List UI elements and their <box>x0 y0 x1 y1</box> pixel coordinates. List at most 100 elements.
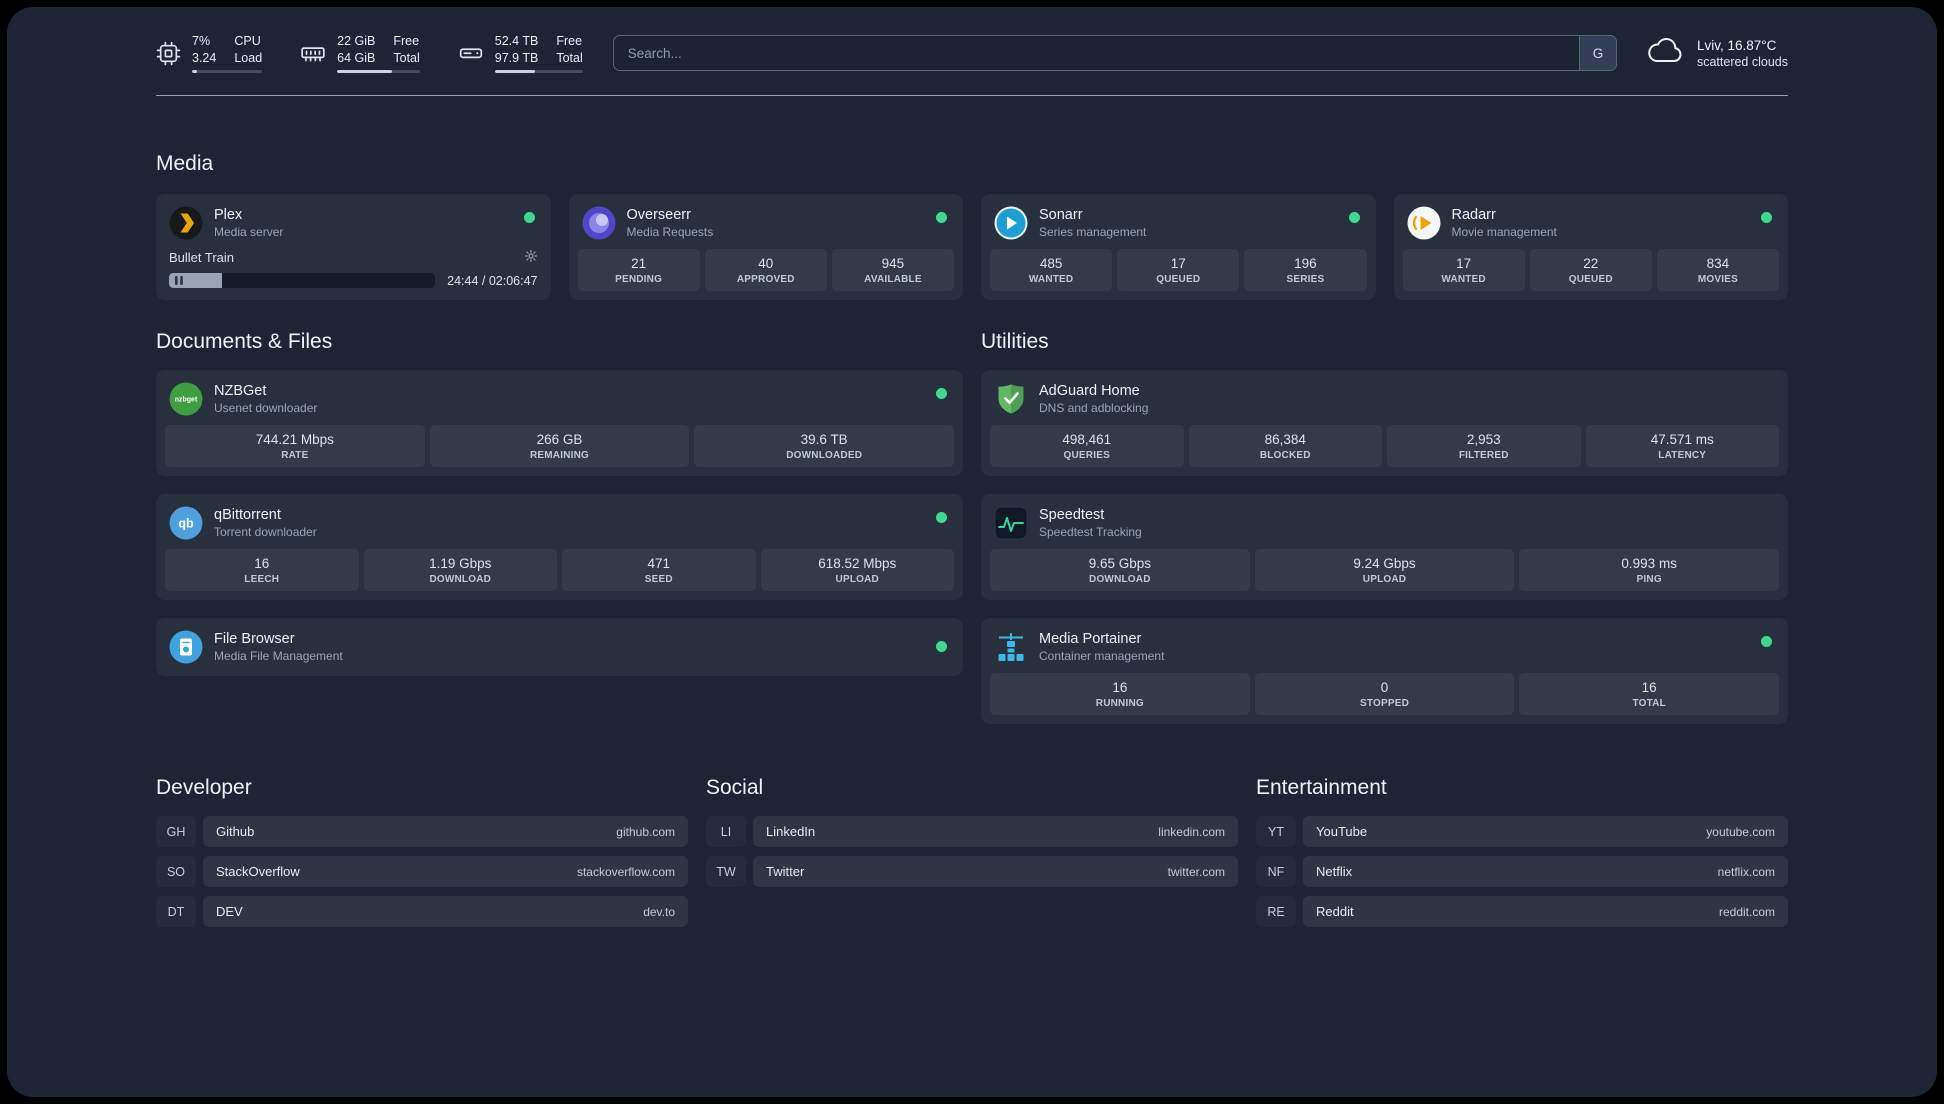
weather-widget: Lviv, 16.87°C scattered clouds <box>1647 36 1788 71</box>
playback-time: 24:44 / 02:06:47 <box>447 273 538 288</box>
service-card-sonarr[interactable]: Sonarr Series management 485 WANTED 17 Q… <box>981 194 1376 300</box>
disk-sub-value: 97.9 TB <box>494 50 539 65</box>
service-name: Radarr <box>1451 207 1496 223</box>
service-card-radarr[interactable]: Radarr Movie management 17 WANTED 22 QUE… <box>1393 194 1788 300</box>
search-engine-button[interactable]: G <box>1578 36 1616 70</box>
service-subtitle: Torrent downloader <box>214 525 317 539</box>
sonarr-icon <box>994 206 1028 240</box>
service-subtitle: Speedtest Tracking <box>1039 525 1142 539</box>
qbittorrent-icon: qb <box>169 506 203 540</box>
stat-value: 39.6 TB <box>800 432 848 447</box>
service-card-overseerr[interactable]: Overseerr Media Requests 21 PENDING 40 A… <box>568 194 963 300</box>
bookmark-abbr: TW <box>706 856 746 887</box>
adguard-icon <box>994 382 1028 416</box>
stat-tile: 744.21 Mbps RATE <box>165 425 425 467</box>
disk-label-top: Free <box>556 34 583 48</box>
bookmark-name: Reddit <box>1316 904 1354 919</box>
bookmark-dev[interactable]: DT DEV dev.to <box>156 896 688 927</box>
memory-label-bottom: Total <box>393 50 420 65</box>
dashboard-frame: 7% 3.24 CPU Load 22 GiB 64 GiB Free Tota… <box>7 7 1937 1097</box>
bookmark-abbr: LI <box>706 816 746 847</box>
stat-label: APPROVED <box>736 274 795 285</box>
playback-progress-bar[interactable] <box>169 273 436 288</box>
service-card-plex[interactable]: Plex Media server Bullet Train 24:44 / 0… <box>156 194 551 300</box>
stat-value: 17 <box>1170 256 1186 271</box>
stat-tile: 2,953 FILTERED <box>1387 425 1581 467</box>
stat-value: 834 <box>1706 256 1730 271</box>
bookmark-url: youtube.com <box>1706 824 1775 839</box>
service-name: File Browser <box>214 631 295 647</box>
service-name: NZBGet <box>214 383 267 399</box>
bookmark-github[interactable]: GH Github github.com <box>156 816 688 847</box>
svg-text:qb: qb <box>178 517 194 531</box>
stat-value: 498,461 <box>1062 432 1112 447</box>
section-title-entertainment: Entertainment <box>1256 776 1387 799</box>
stat-value: 16 <box>1112 680 1128 695</box>
cpu-value: 7% <box>192 34 211 48</box>
service-subtitle: Media Requests <box>626 225 714 239</box>
pause-icon[interactable] <box>175 276 183 285</box>
service-card-nzbget[interactable]: nzbget NZBGet Usenet downloader 744.21 M… <box>156 370 963 476</box>
stat-label: TOTAL <box>1632 698 1666 709</box>
stat-value: 22 <box>1583 256 1599 271</box>
bookmark-linkedin[interactable]: LI LinkedIn linkedin.com <box>706 816 1238 847</box>
stat-label: RATE <box>281 450 309 461</box>
stat-value: 945 <box>881 256 905 271</box>
stat-value: 9.24 Gbps <box>1353 556 1416 571</box>
stat-label: PENDING <box>615 274 663 285</box>
disk-value: 52.4 TB <box>494 34 539 48</box>
gear-icon[interactable] <box>524 249 538 266</box>
stat-label: DOWNLOAD <box>429 574 492 585</box>
cpu-progress-bar <box>192 70 263 73</box>
stat-label: DOWNLOADED <box>786 450 863 461</box>
stat-tile: 834 MOVIES <box>1656 249 1780 291</box>
bookmark-name: StackOverflow <box>216 864 300 879</box>
status-dot <box>523 212 535 223</box>
stat-value: 21 <box>631 256 647 271</box>
stat-value: 266 GB <box>536 432 583 447</box>
service-card-filebrowser[interactable]: File Browser Media File Management <box>156 618 963 676</box>
stat-tile: 47.571 ms LATENCY <box>1585 425 1779 467</box>
service-subtitle: DNS and adblocking <box>1039 401 1149 415</box>
stat-value: 744.21 Mbps <box>255 432 334 447</box>
service-card-speedtest[interactable]: Speedtest Speedtest Tracking 9.65 Gbps D… <box>981 494 1788 600</box>
bookmark-abbr: DT <box>156 896 196 927</box>
bookmark-netflix[interactable]: NF Netflix netflix.com <box>1256 856 1788 887</box>
service-card-qbittorrent[interactable]: qb qBittorrent Torrent downloader 16 LEE… <box>156 494 963 600</box>
bookmark-youtube[interactable]: YT YouTube youtube.com <box>1256 816 1788 847</box>
stat-tile: 17 QUEUED <box>1117 249 1240 291</box>
memory-label-top: Free <box>393 34 420 48</box>
status-dot <box>936 388 947 399</box>
service-subtitle: Series management <box>1039 225 1147 239</box>
stat-tile: 945 AVAILABLE <box>831 249 955 291</box>
plex-icon <box>169 206 203 240</box>
bookmark-url: stackoverflow.com <box>576 864 675 879</box>
service-card-portainer[interactable]: Media Portainer Container management 16 … <box>981 618 1788 724</box>
disk-icon <box>458 40 484 66</box>
bookmark-name: LinkedIn <box>766 824 816 839</box>
stat-tile: 196 SERIES <box>1244 249 1367 291</box>
status-dot <box>936 512 947 523</box>
portainer-icon <box>994 630 1028 664</box>
stat-tile: 0.993 ms PING <box>1519 549 1780 591</box>
disk-resource-widget: 52.4 TB 97.9 TB Free Total <box>458 33 583 73</box>
stat-value: 0.993 ms <box>1621 556 1677 571</box>
stat-label: BLOCKED <box>1259 450 1311 461</box>
bookmark-stackoverflow[interactable]: SO StackOverflow stackoverflow.com <box>156 856 688 887</box>
stat-value: 17 <box>1456 256 1472 271</box>
bookmark-abbr: YT <box>1256 816 1296 847</box>
search-input[interactable] <box>613 36 1579 70</box>
service-card-adguard[interactable]: AdGuard Home DNS and adblocking 498,461 … <box>981 370 1788 476</box>
disk-label-bottom: Total <box>556 50 583 65</box>
bookmark-url: github.com <box>616 824 675 839</box>
stat-tile: 9.24 Gbps UPLOAD <box>1254 549 1515 591</box>
cpu-label-top: CPU <box>234 34 261 48</box>
section-title-documents: Documents & Files <box>156 330 333 353</box>
radarr-icon <box>1407 206 1441 240</box>
stat-value: 16 <box>254 556 270 571</box>
stat-value: 40 <box>758 256 774 271</box>
now-playing-title: Bullet Train <box>169 250 235 265</box>
bookmark-reddit[interactable]: RE Reddit reddit.com <box>1256 896 1788 927</box>
bookmark-twitter[interactable]: TW Twitter twitter.com <box>706 856 1238 887</box>
status-dot <box>1348 212 1360 223</box>
